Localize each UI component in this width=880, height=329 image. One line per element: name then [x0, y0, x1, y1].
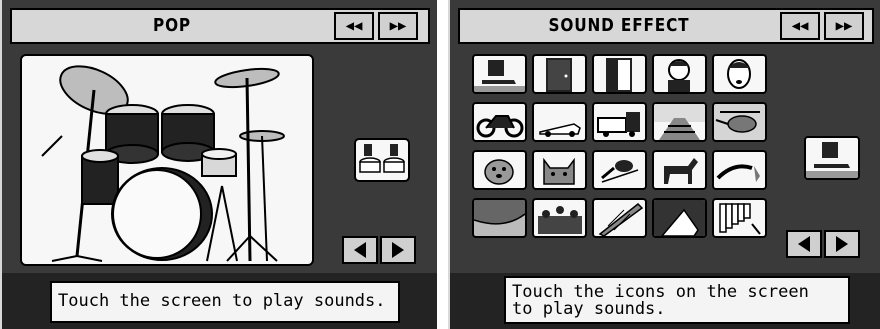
truck-icon	[597, 112, 640, 137]
double-left-arrow-icon: ◀◀	[791, 18, 809, 34]
horse-effect-button[interactable]	[652, 150, 707, 190]
dog-icon	[484, 159, 514, 185]
helicopter-icon	[715, 111, 760, 133]
hose-icon	[716, 164, 760, 182]
previous-page-button[interactable]: ◀◀	[780, 12, 820, 40]
double-left-arrow-icon: ◀◀	[345, 18, 363, 34]
motorcycle-icon	[476, 115, 524, 138]
girl-laugh-effect-button[interactable]	[652, 54, 707, 94]
selected-effect-indicator	[804, 136, 860, 180]
drum-kit-illustration[interactable]	[22, 56, 312, 264]
girl-face-icon	[668, 59, 690, 92]
door-open-effect-button[interactable]	[592, 54, 647, 94]
audience-icon	[538, 206, 582, 234]
status-bar: Touch the icons on the screen to play so…	[450, 273, 880, 329]
harp-effect-button[interactable]	[592, 198, 647, 238]
left-arrow-icon	[798, 236, 810, 252]
railroad-icon	[654, 104, 705, 140]
bird-effect-button[interactable]	[592, 150, 647, 190]
drum-kit-panel[interactable]	[20, 54, 314, 266]
title-bar: POP ◀◀ ▶▶	[10, 8, 430, 44]
footstep-icon	[474, 60, 525, 92]
pan-flute-effect-button[interactable]	[712, 198, 767, 238]
instruction-message: Touch the screen to play sounds.	[50, 281, 400, 323]
footstep-effect-button[interactable]	[472, 54, 527, 94]
right-arrow-icon	[392, 242, 404, 258]
cat-effect-button[interactable]	[532, 150, 587, 190]
dog-effect-button[interactable]	[472, 150, 527, 190]
scroll-right-button[interactable]	[380, 236, 416, 264]
bird-icon	[601, 160, 639, 183]
cello-player-icon	[654, 200, 705, 236]
fire-hose-effect-button[interactable]	[712, 150, 767, 190]
double-right-arrow-icon: ▶▶	[835, 18, 853, 34]
title-bar: SOUND EFFECT ◀◀ ▶▶	[458, 8, 874, 44]
scroll-left-button[interactable]	[786, 230, 822, 258]
next-page-button[interactable]: ▶▶	[378, 12, 418, 40]
footstep-icon	[806, 142, 858, 178]
page-title: POP	[153, 15, 191, 36]
pan-flute-icon	[719, 203, 761, 235]
pop-screen: POP ◀◀ ▶▶ Touch the screen to play sound…	[0, 0, 437, 329]
door-close-effect-button[interactable]	[532, 54, 587, 94]
status-bar: Touch the screen to play sounds.	[2, 273, 437, 329]
drummer-hands-icon	[359, 144, 405, 173]
left-arrow-icon	[354, 242, 366, 258]
horse-icon	[664, 158, 698, 184]
page-title: SOUND EFFECT	[548, 15, 690, 36]
helicopter-effect-button[interactable]	[712, 102, 767, 142]
man-scream-effect-button[interactable]	[712, 54, 767, 94]
racing-car-effect-button[interactable]	[532, 102, 587, 142]
motorcycle-effect-button[interactable]	[472, 102, 527, 142]
racing-car-icon	[539, 123, 581, 137]
sound-effect-screen: SOUND EFFECT ◀◀ ▶▶ Touch the icons on th…	[448, 0, 880, 329]
scroll-right-button[interactable]	[824, 230, 860, 258]
double-right-arrow-icon: ▶▶	[389, 18, 407, 34]
seashore-effect-button[interactable]	[472, 198, 527, 238]
door-open-icon	[606, 58, 632, 92]
drum-set-button[interactable]	[354, 138, 410, 182]
previous-page-button[interactable]: ◀◀	[334, 12, 374, 40]
cat-icon	[543, 157, 575, 185]
cello-effect-button[interactable]	[652, 198, 707, 238]
next-page-button[interactable]: ▶▶	[824, 12, 864, 40]
harp-icon	[598, 202, 644, 236]
applause-effect-button[interactable]	[532, 198, 587, 238]
truck-effect-button[interactable]	[592, 102, 647, 142]
man-face-icon	[727, 59, 751, 89]
scroll-left-button[interactable]	[342, 236, 378, 264]
railroad-effect-button[interactable]	[652, 102, 707, 142]
right-arrow-icon	[836, 236, 848, 252]
door-close-icon	[546, 58, 572, 92]
seashore-icon	[474, 200, 525, 225]
instruction-message: Touch the icons on the screen to play so…	[504, 276, 850, 324]
